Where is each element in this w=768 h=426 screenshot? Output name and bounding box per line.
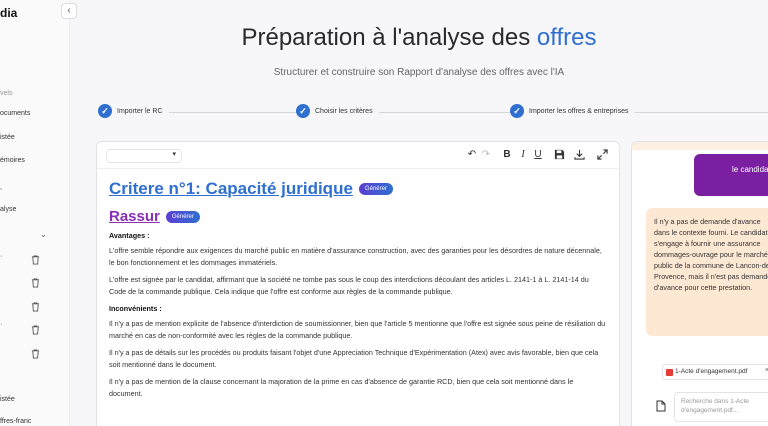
stepper-line — [106, 112, 768, 113]
save-icon[interactable] — [553, 149, 565, 164]
sidebar-item-memoires[interactable]: émoires — [0, 157, 25, 164]
fullscreen-icon[interactable] — [596, 149, 608, 164]
trash-icon[interactable] — [31, 299, 40, 312]
trash-icon[interactable] — [31, 346, 40, 359]
sidebar-item-analyse[interactable]: alyse — [0, 206, 16, 213]
italic-button[interactable]: I — [517, 149, 529, 161]
underline-button[interactable]: U — [532, 149, 544, 161]
sidebar-item-liste-2[interactable]: istée — [0, 396, 15, 403]
sidebar-section-label: vels — [0, 90, 13, 97]
trash-icon[interactable] — [31, 275, 40, 288]
attachment-name: 1-Acte d'engagement.pdf — [675, 368, 748, 375]
drawback-paragraph: Il n'y a pas de mention explicite de l'a… — [109, 319, 606, 340]
user-message-bubble: le candidat — [694, 154, 768, 196]
criterion-title: Critere n°1: Capacité juridique — [109, 179, 353, 198]
sidebar-item-offres[interactable]: ffres-franc — [0, 418, 31, 425]
collapse-sidebar-button[interactable]: ‹ — [61, 3, 77, 19]
chevron-down-icon[interactable]: ⌄ — [40, 230, 47, 239]
previous-message-edge — [632, 142, 768, 150]
bold-button[interactable]: B — [501, 149, 513, 161]
check-icon: ✓ — [98, 104, 112, 118]
undo-icon[interactable]: ↶ — [466, 149, 478, 161]
sidebar-item-documents[interactable]: ocuments — [0, 110, 30, 117]
page-title: Préparation à l'analyse des offres — [0, 24, 768, 52]
rich-text-editor: ▾ ↶ ↷ B I U Critere n°1: Capacité juridi… — [96, 141, 620, 426]
drawback-paragraph: Il n'y a pas de détails sur les procédés… — [109, 348, 599, 369]
generate-company-button[interactable]: Générer — [165, 210, 200, 223]
step-label: Choisir les critères — [315, 107, 373, 115]
generate-criterion-button[interactable]: Générer — [358, 183, 393, 195]
step-label: Importer les offres & entreprises — [529, 107, 629, 115]
editor-content[interactable]: Critere n°1: Capacité juridique Générer … — [97, 169, 619, 400]
assistant-panel: le candidat Il n'y a pas de demande d'av… — [631, 141, 768, 426]
advantages-heading: Avantages : — [109, 231, 150, 240]
stepper: ✓ Importer le RC ✓ Choisir les critères … — [96, 104, 768, 120]
sidebar-dot: · — [0, 321, 3, 328]
check-icon: ✓ — [296, 104, 310, 118]
sidebar-dot: · — [0, 253, 3, 260]
redo-icon[interactable]: ↷ — [480, 149, 492, 161]
trash-icon[interactable] — [31, 252, 40, 265]
assistant-message-bubble: Il n'y a pas de demande d'avance dans le… — [646, 208, 768, 336]
page-title-main: Préparation à l'analyse des — [241, 24, 537, 51]
drawback-paragraph: Il n'y a pas de mention de la clause con… — [109, 377, 574, 398]
sidebar-item-liste-1[interactable]: istée — [0, 134, 15, 141]
trash-icon[interactable] — [31, 322, 40, 335]
sidebar-dot: , — [0, 184, 2, 191]
search-document-input[interactable]: Recherche dans 1-Acte d'engagement.pdf..… — [674, 392, 768, 422]
step-import-rc[interactable]: ✓ Importer le RC — [98, 104, 169, 118]
download-icon[interactable] — [573, 149, 585, 164]
drawbacks-heading: Inconvénients : — [109, 304, 162, 313]
attachment-chip[interactable]: 1-Acte d'engagement.pdf × — [662, 364, 768, 380]
sidebar: dia vels ocuments istée émoires , alyse … — [0, 0, 70, 426]
step-import-offers[interactable]: ✓ Importer les offres & entreprises — [510, 104, 635, 118]
page-subtitle: Structurer et construire son Rapport d'a… — [273, 67, 565, 78]
step-choose-criteria[interactable]: ✓ Choisir les critères — [296, 104, 379, 118]
advantage-paragraph: L'offre est signée par le candidat, affi… — [109, 275, 589, 296]
company-title: Rassur — [109, 208, 160, 225]
advantage-paragraph: L'offre semble répondre aux exigences du… — [109, 246, 602, 267]
document-icon[interactable] — [656, 399, 666, 412]
page-title-accent: offres — [536, 24, 597, 51]
brand-name: dia — [0, 6, 18, 20]
pdf-icon — [666, 369, 673, 376]
editor-toolbar: ▾ ↶ ↷ B I U — [97, 142, 619, 169]
check-icon: ✓ — [510, 104, 524, 118]
block-format-select[interactable]: ▾ — [106, 149, 182, 163]
step-label: Importer le RC — [117, 107, 163, 115]
caret-down-icon: ▾ — [172, 151, 176, 158]
